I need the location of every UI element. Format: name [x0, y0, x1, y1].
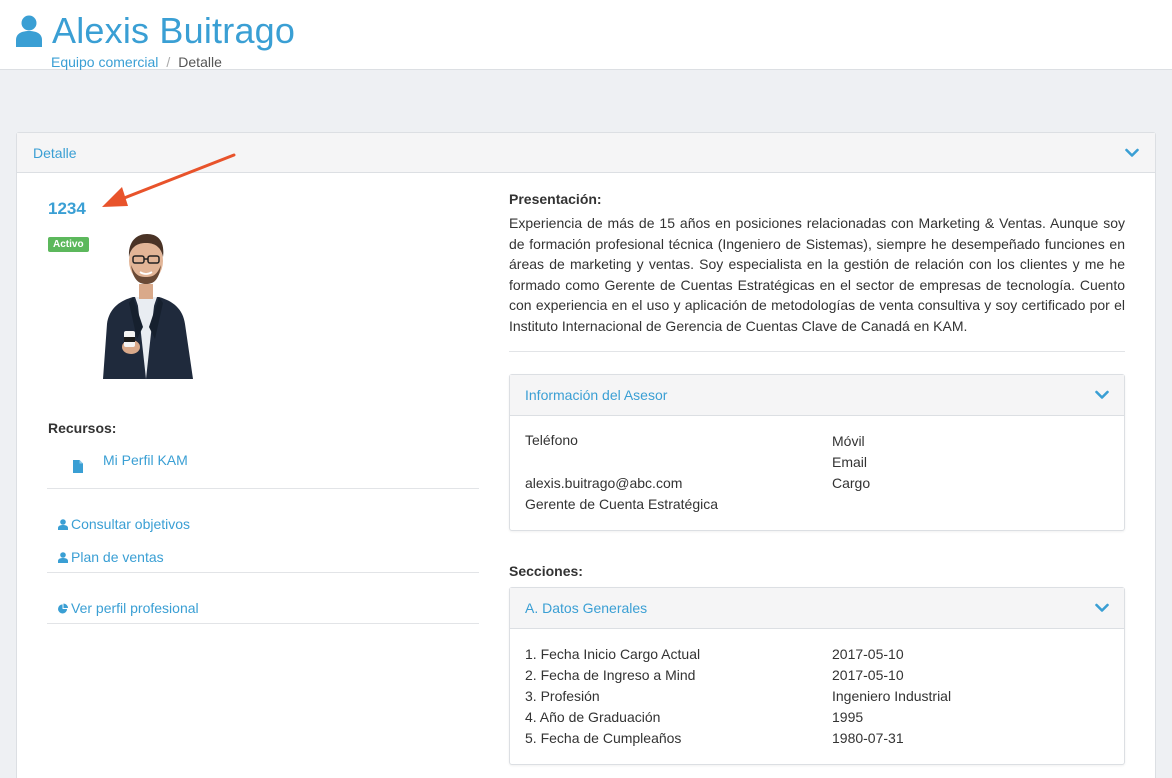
- detail-panel-title: Detalle: [33, 144, 77, 161]
- annotation-arrow-icon: [102, 153, 236, 207]
- breadcrumb-separator: /: [166, 54, 171, 70]
- chevron-down-icon[interactable]: [1095, 390, 1109, 400]
- datos-generales-card: A. Datos Generales 1. Fecha Inicio Cargo…: [509, 587, 1125, 765]
- advisor-id: 1234: [48, 199, 86, 218]
- email-label: Email: [832, 454, 868, 470]
- row-label: 1. Fecha Inicio Cargo Actual: [525, 646, 701, 662]
- resource-item[interactable]: Mi Perfil KAM: [73, 452, 188, 473]
- movil-label: Móvil: [832, 433, 865, 449]
- detail-panel: Detalle 1234 Activo Recursos: Mi Perfil …: [16, 132, 1156, 778]
- file-icon: [73, 460, 83, 473]
- row-value: Ingeniero Industrial: [832, 688, 952, 704]
- consultar-objetivos-link[interactable]: Consultar objetivos: [71, 516, 190, 532]
- divider: [47, 623, 479, 624]
- divider: [47, 572, 479, 573]
- row-value: 2017-05-10: [832, 667, 904, 683]
- resources-label: Recursos:: [48, 420, 117, 436]
- row-label: 3. Profesión: [525, 688, 600, 704]
- consultar-objetivos-row[interactable]: Consultar objetivos: [58, 516, 190, 532]
- chevron-down-icon[interactable]: [1125, 148, 1139, 158]
- row-label: 2. Fecha de Ingreso a Mind: [525, 667, 696, 683]
- page-title: Alexis Buitrago: [52, 10, 296, 51]
- advisor-info-header[interactable]: Información del Asesor: [510, 375, 1124, 416]
- avatar: [103, 234, 193, 379]
- breadcrumb-equipo-comercial[interactable]: Equipo comercial: [51, 54, 158, 70]
- email-value: alexis.buitrago@abc.com: [525, 475, 683, 491]
- row-value: 2017-05-10: [832, 646, 904, 662]
- advisor-info-title: Información del Asesor: [525, 387, 668, 403]
- breadcrumb: Equipo comercial / Detalle: [51, 54, 222, 70]
- mi-perfil-kam-link[interactable]: Mi Perfil KAM: [103, 452, 188, 468]
- datos-generales-header[interactable]: A. Datos Generales: [510, 588, 1124, 629]
- divider: [47, 488, 479, 489]
- status-badge: Activo: [48, 237, 89, 252]
- presentation-text: Experiencia de más de 15 años en posicio…: [509, 215, 1125, 334]
- presentation-label: Presentación:: [509, 191, 602, 207]
- page-header: Alexis Buitrago Equipo comercial / Detal…: [0, 0, 1172, 70]
- user-icon: [16, 15, 42, 47]
- sections-label: Secciones:: [509, 563, 583, 579]
- plan-de-ventas-row[interactable]: Plan de ventas: [58, 549, 164, 565]
- pie-chart-icon: [58, 603, 68, 613]
- row-value: 1995: [832, 709, 864, 725]
- ver-perfil-profesional-row[interactable]: Ver perfil profesional: [58, 600, 199, 616]
- page-title-row: Alexis Buitrago: [16, 10, 295, 52]
- cargo-label: Cargo: [832, 475, 871, 491]
- advisor-info-card: Información del Asesor Teléfono Móvil Em…: [509, 374, 1125, 531]
- row-label: 4. Año de Graduación: [525, 709, 661, 725]
- ver-perfil-profesional-link[interactable]: Ver perfil profesional: [71, 600, 199, 616]
- row-label: 5. Fecha de Cumpleaños: [525, 730, 682, 746]
- datos-generales-title: A. Datos Generales: [525, 600, 648, 616]
- divider: [509, 351, 1125, 352]
- row-value: 1980-07-31: [832, 730, 904, 746]
- breadcrumb-current: Detalle: [178, 54, 222, 70]
- plan-de-ventas-link[interactable]: Plan de ventas: [71, 549, 164, 565]
- user-icon: [58, 518, 68, 530]
- chevron-down-icon[interactable]: [1095, 603, 1109, 613]
- cargo-value: Gerente de Cuenta Estratégica: [525, 496, 719, 512]
- telefono-label: Teléfono: [525, 432, 578, 448]
- user-icon: [58, 551, 68, 563]
